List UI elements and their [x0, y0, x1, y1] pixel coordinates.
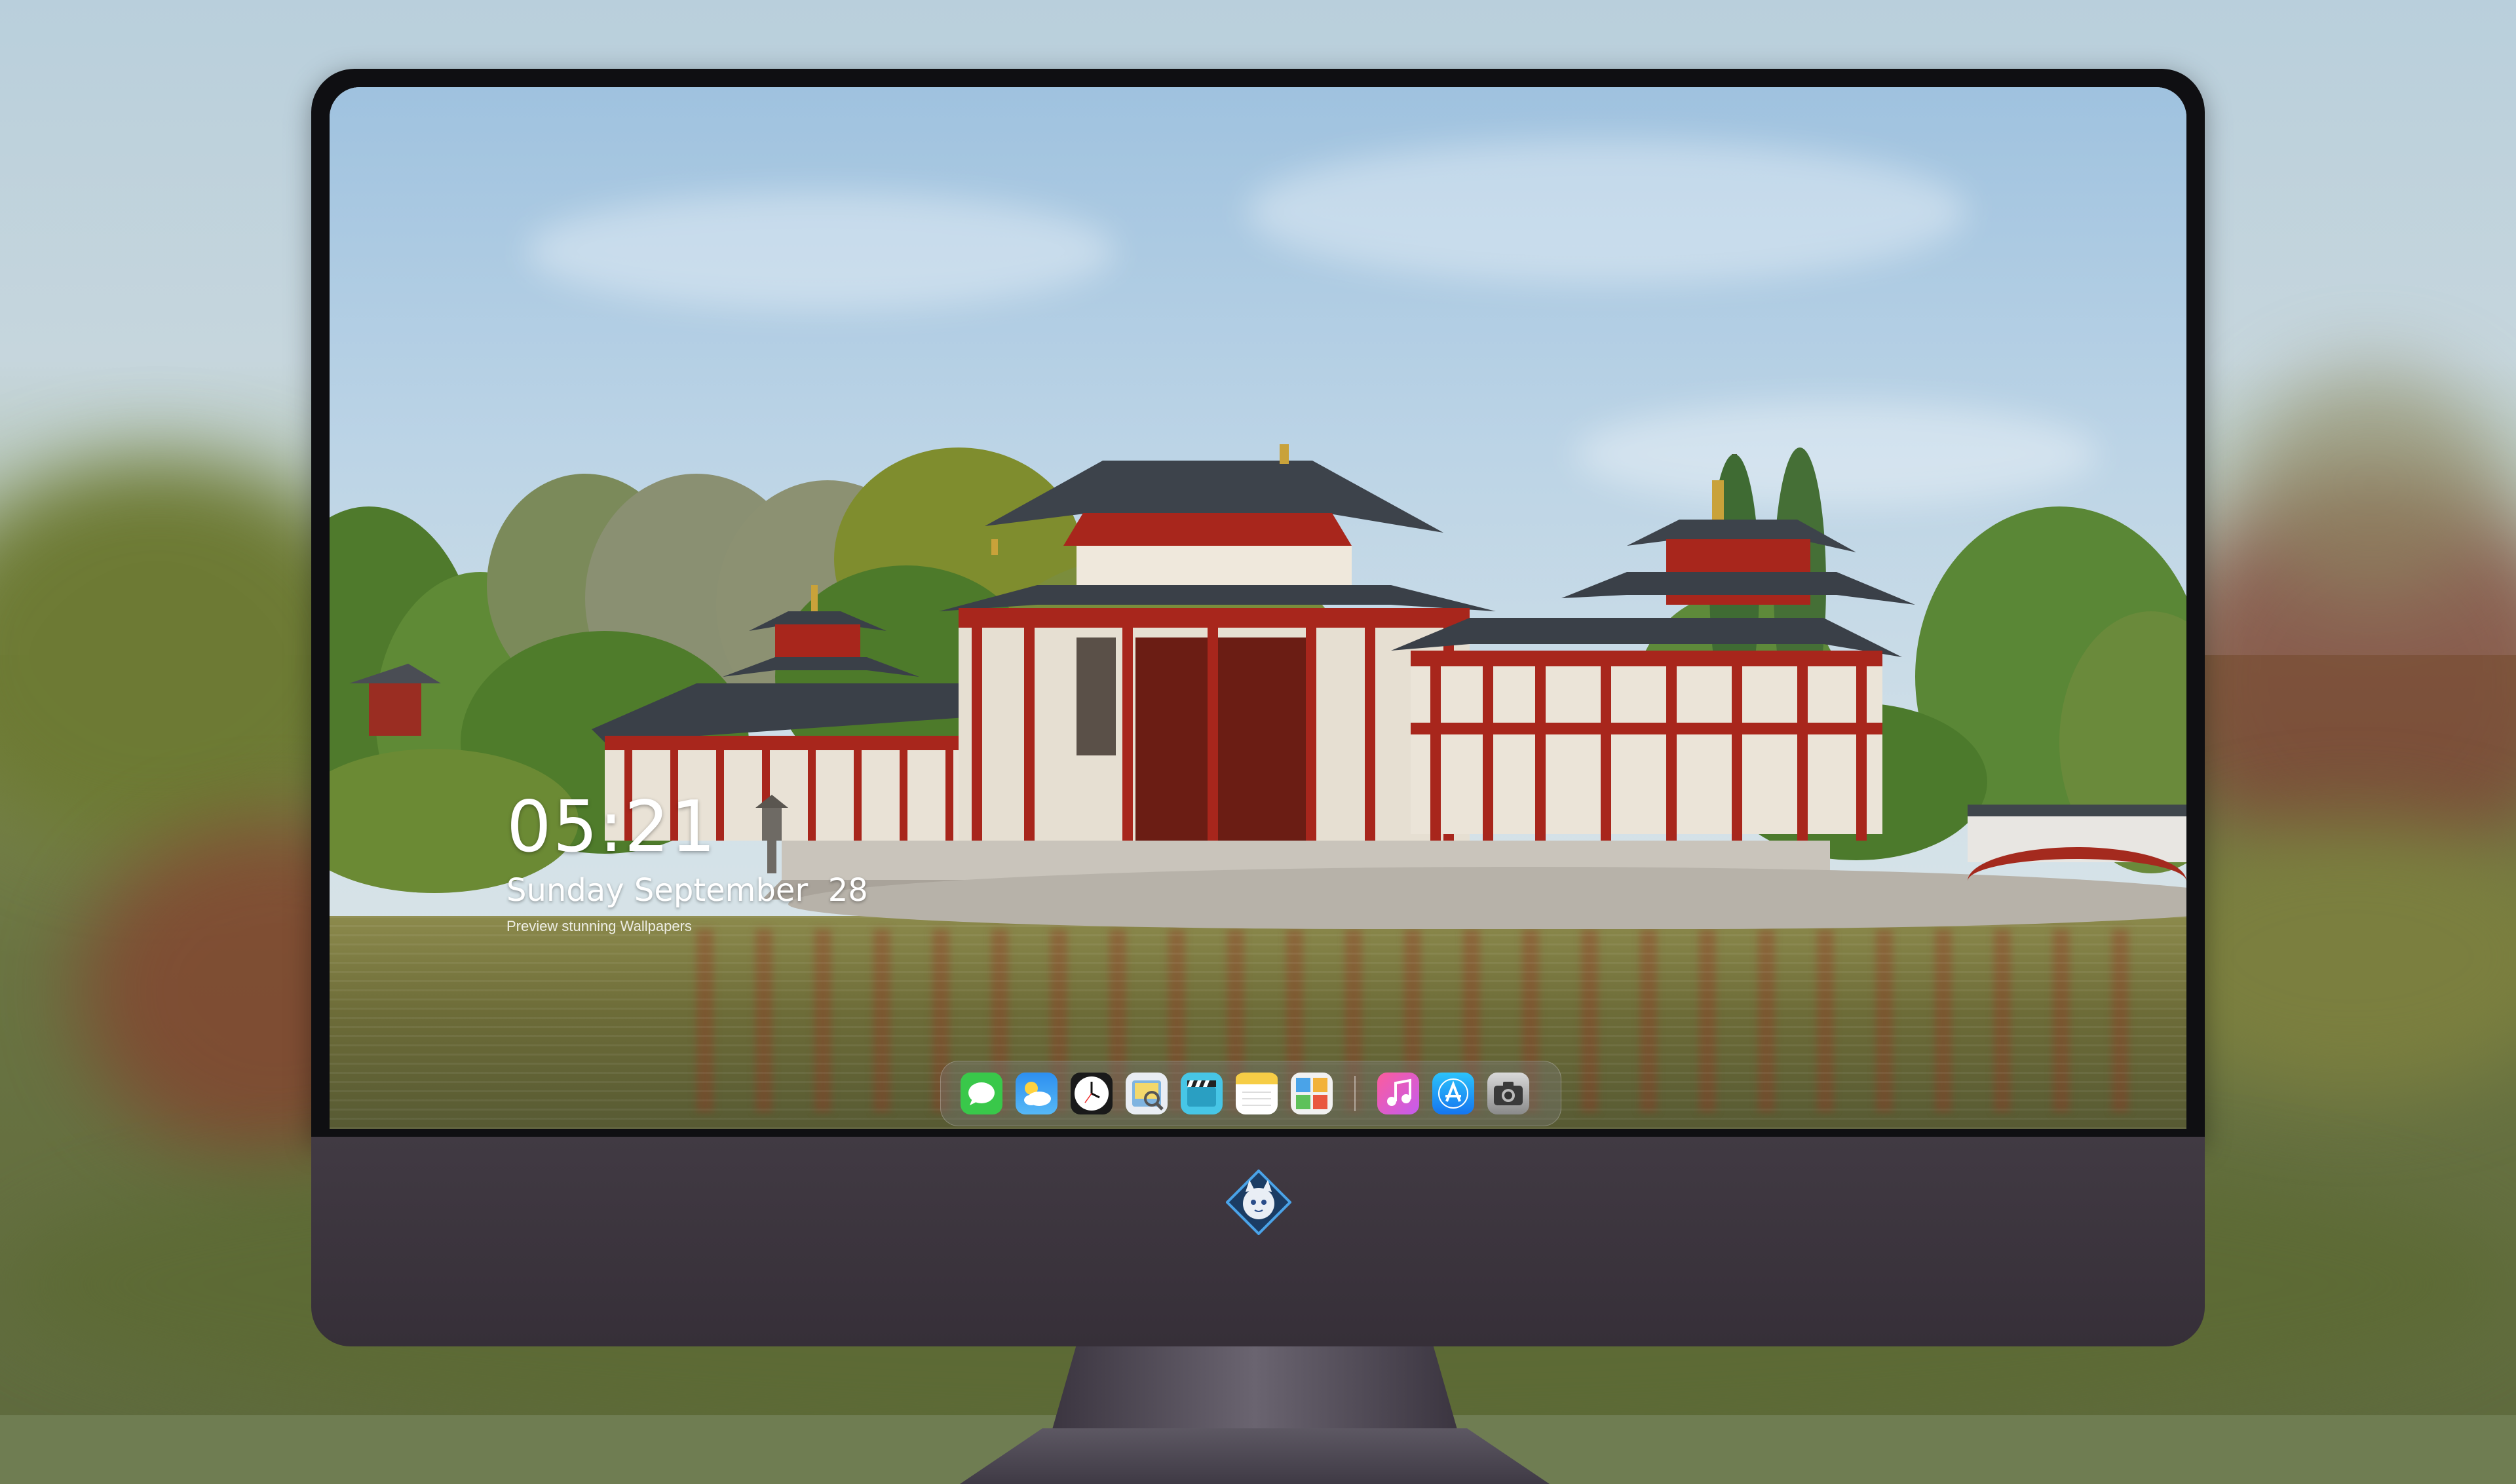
wallpaper-caption[interactable]: Preview stunning Wallpapers — [506, 917, 965, 936]
right-wing — [1391, 480, 1915, 841]
dock-app-notes[interactable] — [1236, 1073, 1278, 1114]
dock-separator — [1354, 1076, 1356, 1111]
lock-screen-clock: 05:21 Sunday September 28 Preview stunni… — [506, 788, 965, 936]
clips-icon — [1187, 1080, 1216, 1107]
dock-app-preview[interactable] — [1126, 1073, 1168, 1114]
dock-app-clock[interactable] — [1071, 1073, 1113, 1114]
dock-app-clips[interactable] — [1181, 1073, 1223, 1114]
dock-app-app-store[interactable] — [1432, 1073, 1474, 1114]
clock-date: Sunday September 28 — [506, 872, 868, 909]
monitor-stand-neck — [1052, 1346, 1458, 1432]
temple-scene — [330, 444, 2186, 900]
weather-icon — [1024, 1082, 1051, 1106]
monitor: 05:21 Sunday September 28 Preview stunni… — [311, 69, 2205, 1484]
clock-time: 05:21 — [506, 786, 717, 868]
itunes-icon — [1387, 1078, 1411, 1106]
dock — [940, 1061, 1561, 1126]
clock-icon — [1075, 1076, 1109, 1111]
dock-app-weather[interactable] — [1016, 1073, 1058, 1114]
brand-logo — [1226, 1170, 1291, 1235]
dock-app-messages[interactable] — [961, 1073, 1002, 1114]
camera-icon — [1494, 1082, 1523, 1105]
dock-app-photo-booth[interactable] — [1291, 1073, 1333, 1114]
background-tree-right — [2241, 367, 2503, 603]
monitor-chin — [311, 1137, 2205, 1346]
dock-app-camera[interactable] — [1487, 1073, 1529, 1114]
notes-icon — [1236, 1073, 1278, 1106]
dock-app-itunes[interactable] — [1377, 1073, 1419, 1114]
screen: 05:21 Sunday September 28 Preview stunni… — [330, 87, 2186, 1129]
messages-icon — [968, 1082, 995, 1105]
app-store-icon — [1438, 1078, 1468, 1109]
monitor-stand-base — [960, 1428, 1550, 1484]
preview-icon — [1132, 1080, 1164, 1111]
photo-booth-icon — [1296, 1078, 1327, 1109]
